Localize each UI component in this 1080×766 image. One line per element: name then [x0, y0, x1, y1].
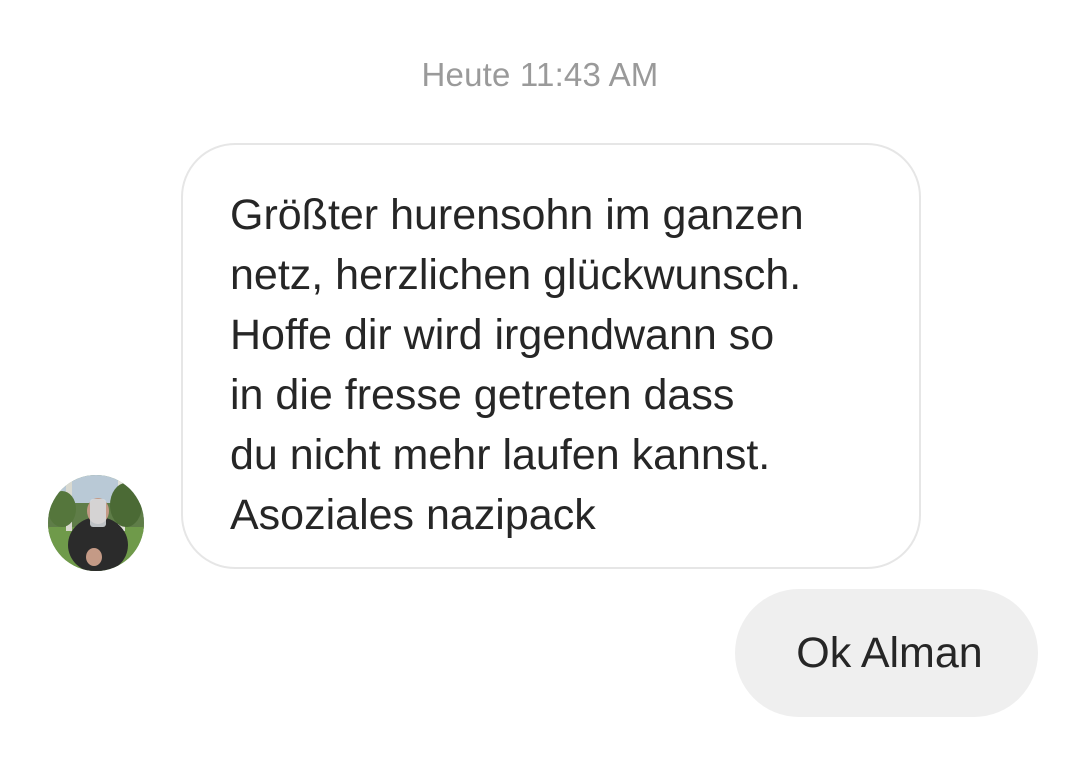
incoming-message-bubble[interactable]: Größter hurensohn im ganzen netz, herzli… — [181, 143, 921, 569]
sender-avatar[interactable] — [48, 475, 144, 571]
outgoing-message-bubble[interactable]: Ok Alman — [735, 589, 1038, 717]
message-timestamp: Heute 11:43 AM — [421, 56, 659, 93]
avatar-photo — [48, 475, 144, 571]
outgoing-message-text: Ok Alman — [796, 628, 983, 677]
incoming-message-text: Größter hurensohn im ganzen netz, herzli… — [230, 191, 804, 539]
